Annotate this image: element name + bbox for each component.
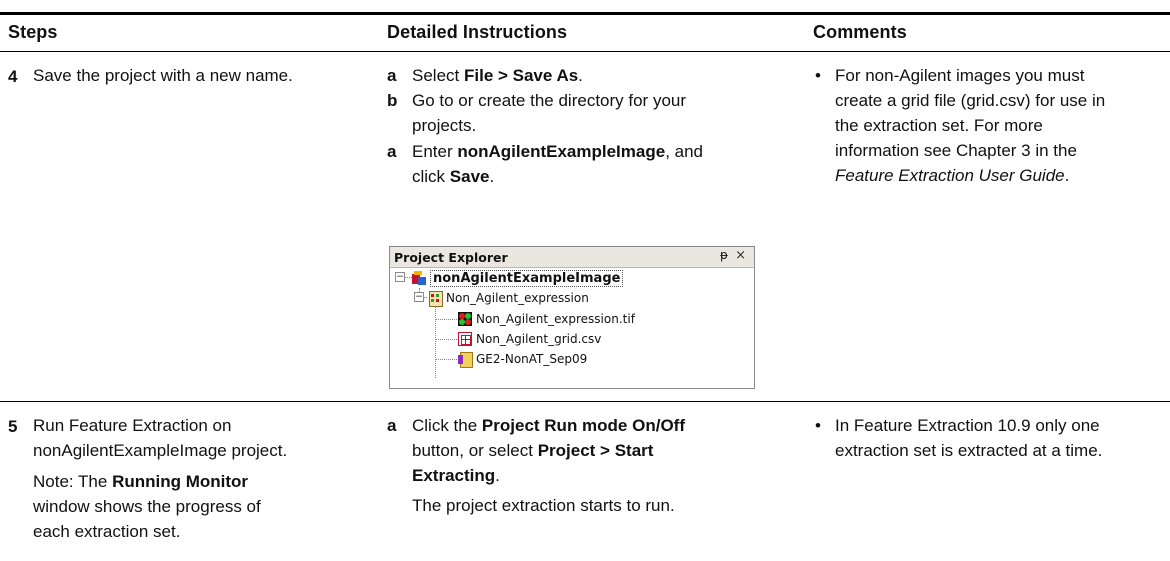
instruction-b-directory: b Go to or create the directory for your … [387, 91, 687, 135]
collapse-root-icon[interactable]: − [395, 272, 405, 282]
table-top-rule [0, 12, 1170, 15]
project-explorer-titlebar: Project Explorer ᵽ × [390, 247, 754, 268]
instruction-result: The project extraction starts to run. [412, 496, 675, 515]
header-rule [0, 51, 1170, 52]
step-number: 4 [8, 67, 18, 86]
row-divider [0, 401, 1170, 402]
tree-node-image[interactable]: Non_Agilent_expression [428, 289, 589, 307]
project-explorer-panel: Project Explorer ᵽ × − nonAgilentExample… [389, 246, 755, 389]
step-text: Save the project with a new name. [33, 66, 293, 85]
comment-one-set: • In Feature Extraction 10.9 only one ext… [815, 416, 1103, 460]
instruction-a-save-as: a Select File > Save As. [387, 66, 583, 85]
project-tree: − nonAgilentExampleImage − Non_Agilent_e… [390, 268, 754, 388]
tree-node-root[interactable]: nonAgilentExampleImage [412, 269, 624, 287]
grid-file-icon [458, 332, 472, 346]
comment-grid-file: • For non-Agilent images you must create … [815, 66, 1106, 185]
instruction-a-enter-name: a Enter nonAgilentExampleImage, and click… [387, 142, 703, 186]
collapse-child-icon[interactable]: − [414, 292, 424, 302]
project-icon [412, 271, 426, 285]
pin-icon[interactable]: ᵽ [720, 248, 728, 262]
tree-item-grid[interactable]: Non_Agilent_grid.csv [458, 330, 601, 348]
header-instructions: Detailed Instructions [387, 22, 568, 42]
tree-item-tif[interactable]: Non_Agilent_expression.tif [458, 310, 635, 328]
step-number: 5 [8, 417, 18, 436]
header-comments: Comments [813, 22, 907, 42]
tif-image-icon [458, 312, 472, 326]
tree-item-protocol[interactable]: GE2-NonAT_Sep09 [458, 350, 587, 368]
project-explorer-title: Project Explorer [394, 250, 508, 265]
step-note: Note: The Running Monitor window shows t… [33, 472, 261, 541]
image-set-icon [428, 291, 443, 307]
step-text: Run Feature Extraction on nonAgilentExamp… [33, 416, 288, 460]
close-icon[interactable]: × [735, 248, 746, 263]
protocol-icon [458, 352, 473, 368]
instruction-a-run: a Click the Project Run mode On/Off butto… [387, 416, 685, 485]
header-steps: Steps [8, 22, 58, 42]
